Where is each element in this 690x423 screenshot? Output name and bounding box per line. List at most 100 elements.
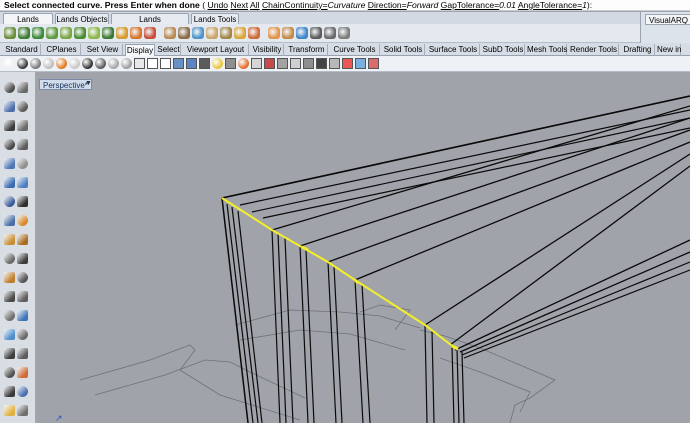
- array-icon[interactable]: [17, 329, 28, 340]
- pen-sphere-icon[interactable]: [95, 58, 106, 69]
- capture-clipboard-icon[interactable]: [160, 58, 171, 69]
- floorplan-outline[interactable]: [239, 329, 406, 351]
- roof-edge-curve[interactable]: [299, 117, 690, 247]
- option-direction[interactable]: Direction=Forward: [368, 0, 438, 10]
- roof-edge-curve[interactable]: [221, 95, 690, 199]
- polygon-icon[interactable]: [17, 139, 28, 150]
- selected-curve-highlight[interactable]: [353, 278, 360, 285]
- tab-cplanes[interactable]: CPlanes: [43, 44, 81, 56]
- xray-sphere-icon[interactable]: [56, 58, 67, 69]
- camera-icon[interactable]: [199, 58, 210, 69]
- shaded-sphere-icon[interactable]: [17, 58, 28, 69]
- lands-plant-icon[interactable]: [18, 27, 30, 39]
- wall-edge-curve[interactable]: [284, 237, 294, 423]
- option-all[interactable]: All: [250, 0, 260, 10]
- curvature-icon[interactable]: [355, 58, 366, 69]
- arc-icon[interactable]: [17, 101, 28, 112]
- tab-lands-tools[interactable]: Lands Tools: [191, 13, 239, 24]
- polyline-icon[interactable]: [4, 101, 15, 112]
- tab-solid-tools[interactable]: Solid Tools: [382, 44, 425, 56]
- visualarq-tab[interactable]: VisualARQ Ol: [645, 14, 690, 25]
- extrude-icon[interactable]: [4, 177, 15, 188]
- ground-plane-icon[interactable]: [225, 58, 236, 69]
- properties-icon[interactable]: [17, 405, 28, 416]
- color-grid-icon[interactable]: [368, 58, 379, 69]
- selected-curve-highlight[interactable]: [301, 245, 309, 252]
- tab-select[interactable]: Select: [157, 44, 181, 56]
- wall-edge-curve[interactable]: [237, 210, 263, 423]
- copy-icon[interactable]: [17, 234, 28, 245]
- block-icon[interactable]: [17, 367, 28, 378]
- roof-edge-curve[interactable]: [454, 239, 690, 351]
- zebra-icon[interactable]: [329, 58, 340, 69]
- viewport-title[interactable]: Perspective*: [39, 79, 92, 90]
- text-icon[interactable]: [4, 348, 15, 359]
- wall-edge-curve[interactable]: [361, 283, 371, 423]
- explode-icon[interactable]: [4, 310, 15, 321]
- perspective-viewport[interactable]: ↗: [37, 79, 690, 423]
- wall-edge-curve[interactable]: [354, 279, 364, 423]
- wireframe-sphere-icon[interactable]: [4, 58, 15, 69]
- tab-standard[interactable]: Standard: [3, 44, 41, 56]
- surface-icon[interactable]: [4, 158, 15, 169]
- move-icon[interactable]: [4, 234, 15, 245]
- rotate-icon[interactable]: [4, 253, 15, 264]
- lands-options-icon[interactable]: [338, 27, 350, 39]
- lands-flower-icon[interactable]: [130, 27, 142, 39]
- split-icon[interactable]: [4, 291, 15, 302]
- point-icon[interactable]: [17, 82, 28, 93]
- rendered-sphere-icon[interactable]: [30, 58, 41, 69]
- edges-icon[interactable]: [290, 58, 301, 69]
- technical-sphere-icon[interactable]: [69, 58, 80, 69]
- lands-tree-row-icon[interactable]: [102, 27, 114, 39]
- select-icon[interactable]: [4, 82, 15, 93]
- lands-pavement-icon[interactable]: [144, 27, 156, 39]
- lands-shrub-icon[interactable]: [46, 27, 58, 39]
- roof-edge-curve[interactable]: [239, 109, 690, 206]
- tab-visibility[interactable]: Visibility: [251, 44, 284, 56]
- lands-measure-icon[interactable]: [324, 27, 336, 39]
- raytraced-sphere-icon[interactable]: [121, 58, 132, 69]
- lands-elevation-icon[interactable]: [282, 27, 294, 39]
- ghosted-sphere-icon[interactable]: [43, 58, 54, 69]
- clipping-plane-icon[interactable]: [264, 58, 275, 69]
- viewport-menu-arrow-icon[interactable]: ▼: [85, 80, 92, 87]
- tab-lands-design[interactable]: Lands Design: [3, 13, 53, 35]
- tab-drafting[interactable]: Drafting: [621, 44, 655, 56]
- circle-icon[interactable]: [4, 139, 15, 150]
- tab-curve-tools[interactable]: Curve Tools: [330, 44, 380, 56]
- selected-curve-highlight[interactable]: [221, 197, 456, 349]
- lands-building-icon[interactable]: [234, 27, 246, 39]
- lands-hedge-icon[interactable]: [74, 27, 86, 39]
- dimension-icon[interactable]: [17, 348, 28, 359]
- lands-planting-icon[interactable]: [60, 27, 72, 39]
- lands-tree-icon[interactable]: [32, 27, 44, 39]
- curve-icon[interactable]: [4, 120, 15, 131]
- sun-icon[interactable]: [212, 58, 223, 69]
- named-views-icon[interactable]: [173, 58, 184, 69]
- artistic-sphere-icon[interactable]: [82, 58, 93, 69]
- tab-lands-documentation[interactable]: Lands Documentation: [111, 13, 189, 35]
- tab-set-view[interactable]: Set View: [83, 44, 123, 56]
- tab-new-in[interactable]: New in: [657, 44, 681, 56]
- boolean-icon[interactable]: [17, 215, 28, 226]
- lands-section-icon[interactable]: [268, 27, 280, 39]
- join-icon[interactable]: [17, 291, 28, 302]
- check-icon[interactable]: [4, 386, 15, 397]
- tab-subd-tools[interactable]: SubD Tools: [482, 44, 525, 56]
- fillet-icon[interactable]: [4, 272, 15, 283]
- trim-icon[interactable]: [17, 272, 28, 283]
- layer-icon[interactable]: [4, 405, 15, 416]
- lands-fence-icon[interactable]: [178, 27, 190, 39]
- analyze-icon[interactable]: [17, 386, 28, 397]
- draft-angle-icon[interactable]: [342, 58, 353, 69]
- lights-icon[interactable]: [238, 58, 249, 69]
- wall-edge-curve[interactable]: [424, 324, 428, 423]
- arctic-sphere-icon[interactable]: [108, 58, 119, 69]
- mirror-icon[interactable]: [4, 329, 15, 340]
- lands-wall-icon[interactable]: [164, 27, 176, 39]
- roof-edge-curve[interactable]: [459, 251, 690, 353]
- group-icon[interactable]: [17, 310, 28, 321]
- roof-edge-curve[interactable]: [449, 165, 690, 346]
- rectangle-icon[interactable]: [17, 120, 28, 131]
